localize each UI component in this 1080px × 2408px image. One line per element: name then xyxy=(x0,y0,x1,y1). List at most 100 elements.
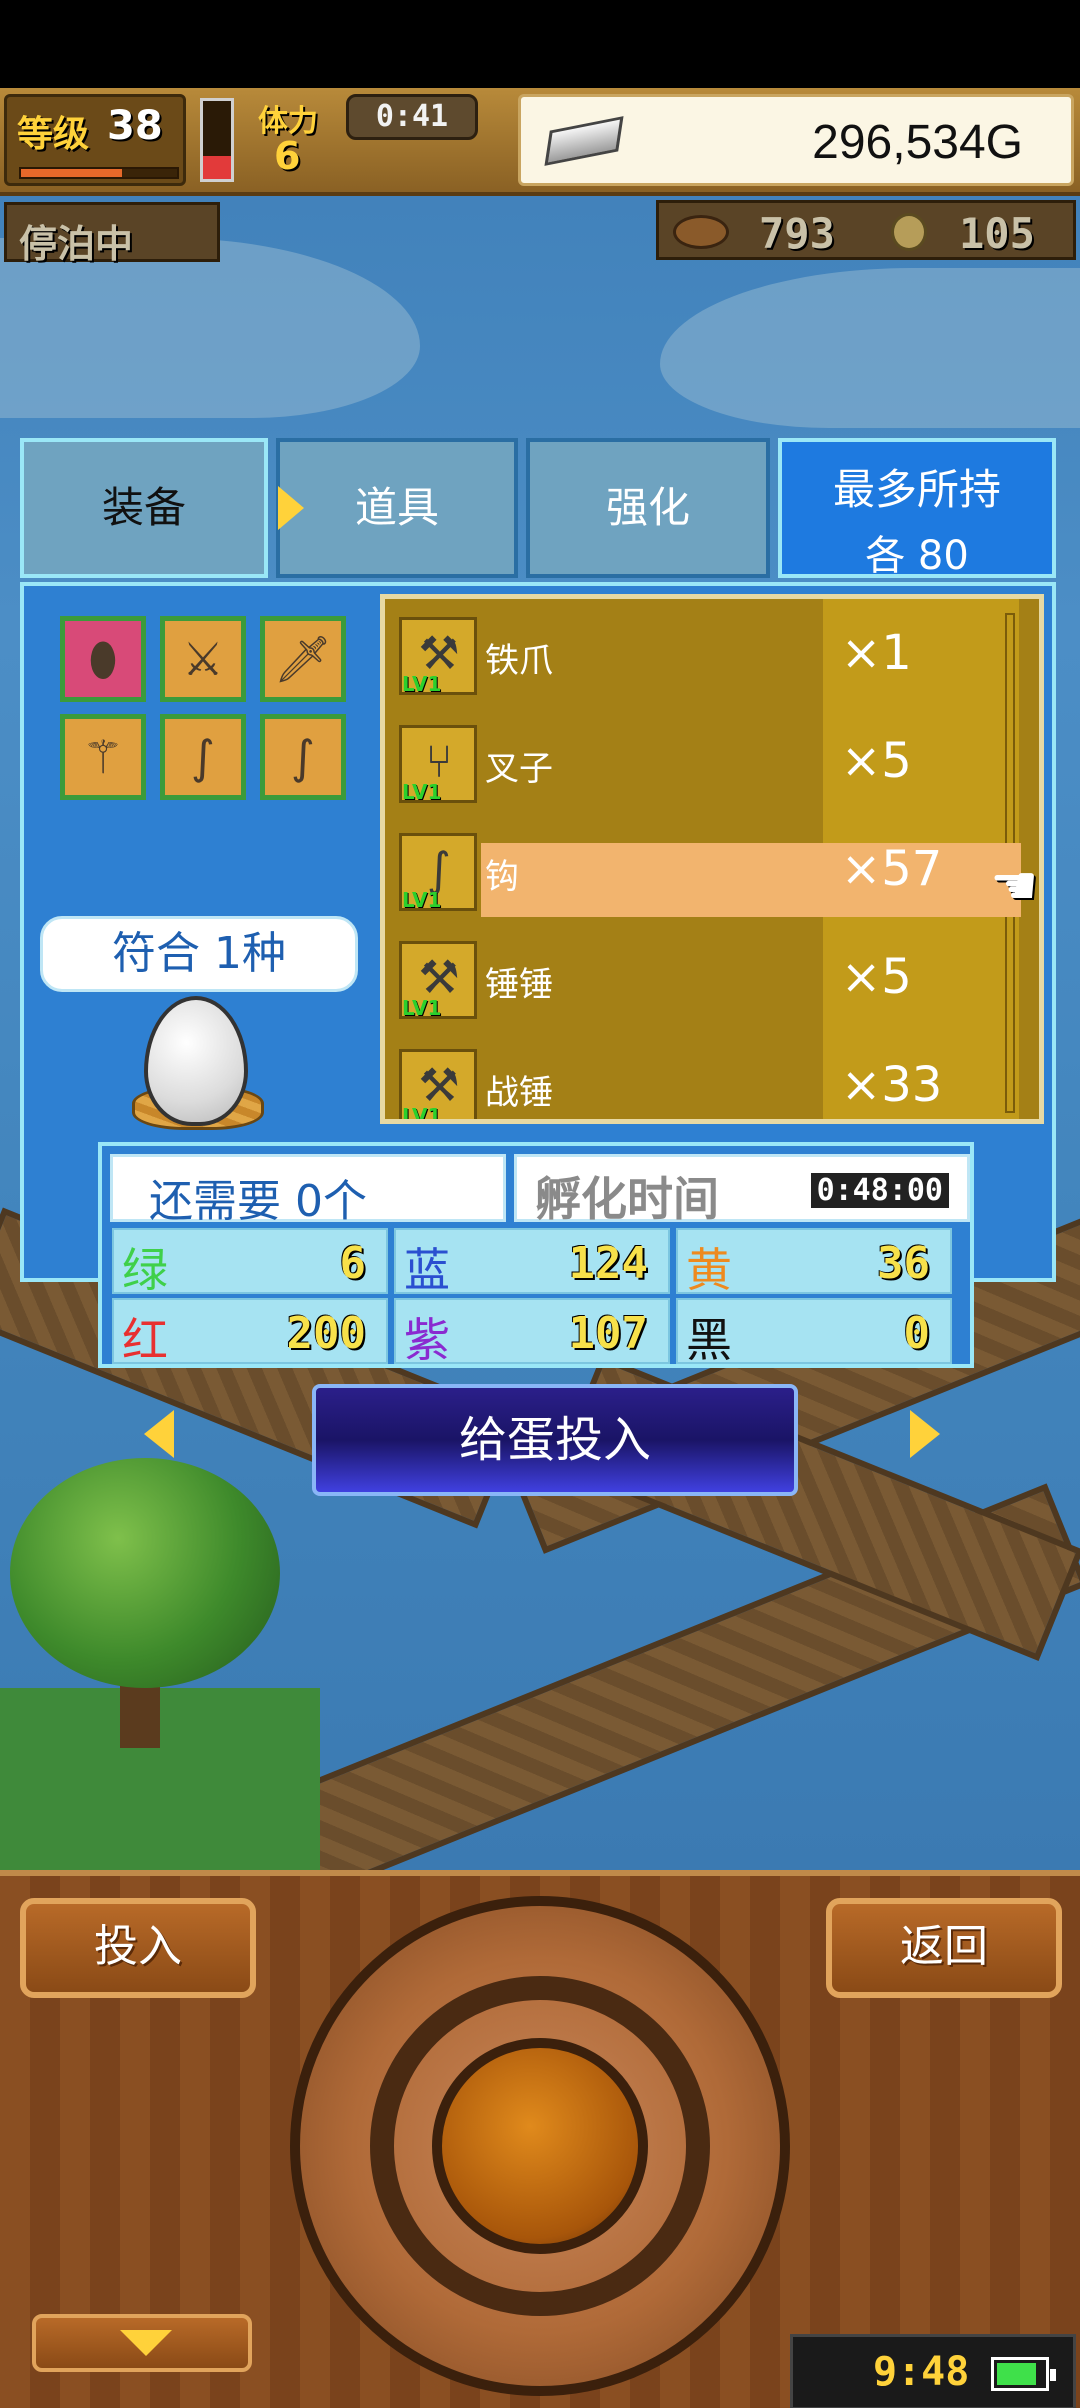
tab-items[interactable]: 道具 xyxy=(276,438,518,578)
medal-icon xyxy=(891,213,927,251)
equipment-slot-sword[interactable]: ⚔ xyxy=(160,616,246,702)
level-tag: LV1 xyxy=(402,672,442,696)
list-item-selected[interactable]: ∫ LV1 钩 ×57 xyxy=(385,815,1025,923)
level-panel: 等级 38 xyxy=(4,94,186,186)
tab-arrow-icon xyxy=(278,486,304,530)
hook-icon: ∫ xyxy=(191,730,215,784)
warhammer-icon: ⚒ LV1 xyxy=(399,1049,477,1124)
list-item[interactable]: ⚒ LV1 铁爪 ×1 xyxy=(385,599,1025,707)
stat-value: 6 xyxy=(339,1238,367,1289)
meat-icon xyxy=(673,215,729,249)
item-name: 叉子 xyxy=(485,749,553,789)
stamina-value: 6 xyxy=(274,134,301,178)
item-name: 铁爪 xyxy=(485,641,553,681)
item-quantity: ×5 xyxy=(841,949,912,1005)
equipment-slot-wand[interactable]: ⚚ xyxy=(60,714,146,800)
equipment-slot-sword[interactable]: 🗡 xyxy=(260,616,346,702)
tab-upgrade[interactable]: 强化 xyxy=(526,438,770,578)
tab-equipment[interactable]: 装备 xyxy=(20,438,268,578)
need-count-label: 还需要 0个 xyxy=(149,1176,367,1227)
stat-red: 红 200 xyxy=(112,1298,388,1367)
item-quantity: ×5 xyxy=(841,733,912,789)
stat-yellow: 黄 36 xyxy=(676,1228,952,1297)
anchor-status: 停泊中 xyxy=(4,202,220,266)
dpad-center-button[interactable] xyxy=(432,2038,648,2254)
silver-bar-icon xyxy=(544,116,624,166)
stat-name: 黑 xyxy=(686,1313,732,1367)
grass-patch xyxy=(0,1688,320,1878)
equipment-slot-hook[interactable]: ∫ xyxy=(160,714,246,800)
stat-name: 蓝 xyxy=(404,1243,450,1297)
hatch-time-box: 孵化时间 0:48:00 xyxy=(514,1154,970,1226)
match-count-label: 符合 1种 xyxy=(112,928,286,979)
put-button[interactable]: 投入 xyxy=(20,1898,256,1998)
timer-value: 0:41 xyxy=(375,99,449,134)
item-quantity: ×57 xyxy=(841,841,943,897)
menu-down-button[interactable] xyxy=(32,2314,252,2372)
wand-icon: ⚚ xyxy=(82,730,124,784)
fork-icon: ⑂ LV1 xyxy=(399,725,477,804)
stat-value: 200 xyxy=(286,1308,366,1359)
item-name: 战锤 xyxy=(485,1073,553,1113)
hook-icon: ∫ xyxy=(291,730,315,784)
hatch-time-value: 0:48:00 xyxy=(810,1173,949,1208)
gold-value: 296,534G xyxy=(812,116,1023,169)
dpad[interactable] xyxy=(290,1896,790,2396)
stat-value: 36 xyxy=(877,1238,930,1289)
list-item[interactable]: ⑂ LV1 叉子 ×5 xyxy=(385,707,1025,815)
level-tag: LV1 xyxy=(402,996,442,1020)
hook-icon: ∫ LV1 xyxy=(399,833,477,912)
stat-value: 107 xyxy=(568,1308,648,1359)
max-hold-info: 最多所持 各 80 xyxy=(778,438,1056,579)
battery-icon xyxy=(991,2357,1056,2391)
equipment-slot-hook[interactable]: ∫ xyxy=(260,714,346,800)
level-tag: LV1 xyxy=(402,780,442,804)
stat-blue: 蓝 124 xyxy=(394,1228,670,1297)
item-name: 锤锤 xyxy=(485,965,553,1005)
exp-bar-fill xyxy=(21,169,123,177)
resource-value-medal: 105 xyxy=(959,209,1035,258)
sword-icon: ⚔ xyxy=(182,632,224,686)
item-name: 钩 xyxy=(485,857,519,897)
item-quantity: ×33 xyxy=(841,1057,943,1113)
feed-egg-button[interactable]: 给蛋投入 xyxy=(312,1384,798,1496)
red-egg-icon: ⬮ xyxy=(88,632,118,686)
resource-panel: 793 105 xyxy=(656,200,1076,260)
gold-panel: 296,534G xyxy=(518,94,1074,186)
next-page-arrow-icon[interactable] xyxy=(910,1410,940,1458)
level-tag: LV1 xyxy=(402,1104,442,1124)
match-count-bubble: 符合 1种 xyxy=(40,916,358,992)
status-row: 停泊中 793 105 xyxy=(0,196,1080,268)
pointing-hand-icon: ☚ xyxy=(990,854,1039,917)
egg-stats-panel: 还需要 0个 孵化时间 0:48:00 绿 6 蓝 124 黄 36 红 200… xyxy=(98,1142,974,1368)
top-hud: 等级 38 体力 6 0:41 296,534G xyxy=(0,88,1080,196)
stat-value: 124 xyxy=(568,1238,648,1289)
need-count-box: 还需要 0个 xyxy=(110,1154,506,1227)
cliff-terrain xyxy=(660,268,1080,428)
stat-name: 红 xyxy=(122,1313,168,1367)
back-button[interactable]: 返回 xyxy=(826,1898,1062,1998)
level-tag: LV1 xyxy=(402,888,442,912)
stamina-gauge xyxy=(200,98,234,182)
sword-icon: 🗡 xyxy=(273,632,333,686)
prev-page-arrow-icon[interactable] xyxy=(144,1410,174,1458)
claw-icon: ⚒ LV1 xyxy=(399,617,477,696)
egg-slot-red[interactable]: ⬮ xyxy=(60,616,146,702)
level-value: 38 xyxy=(107,103,163,149)
stat-name: 绿 xyxy=(122,1243,168,1297)
max-hold-value: 各 80 xyxy=(865,533,969,579)
level-label: 等级 xyxy=(17,114,90,155)
stat-purple: 紫 107 xyxy=(394,1298,670,1367)
stat-name: 紫 xyxy=(404,1313,450,1367)
tree xyxy=(10,1458,280,1688)
bottom-controller: 投入 返回 9:48 xyxy=(0,1870,1080,2408)
clock-panel: 9:48 xyxy=(790,2334,1076,2408)
stat-name: 黄 xyxy=(686,1243,732,1297)
hammer-icon: ⚒ LV1 xyxy=(399,941,477,1020)
list-item[interactable]: ⚒ LV1 战锤 ×33 xyxy=(385,1031,1025,1124)
resource-value-food: 793 xyxy=(759,209,835,258)
egg-icon xyxy=(144,996,248,1126)
stat-green: 绿 6 xyxy=(112,1228,388,1297)
clock-value: 9:48 xyxy=(873,2349,970,2395)
list-item[interactable]: ⚒ LV1 锤锤 ×5 xyxy=(385,923,1025,1031)
